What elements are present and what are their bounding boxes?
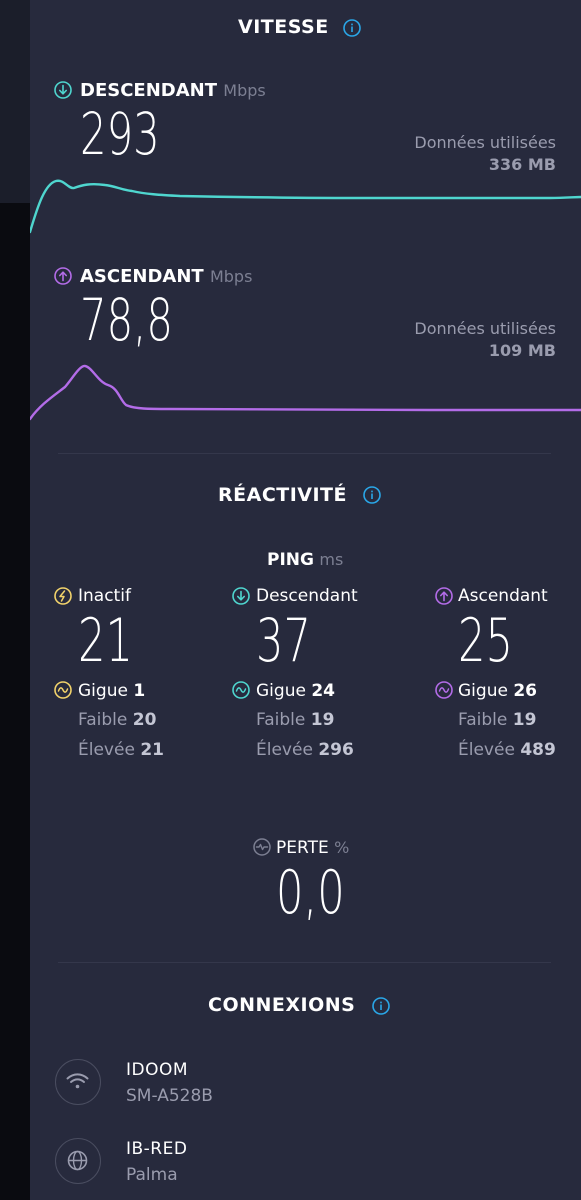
upload-arrow-icon xyxy=(54,267,72,285)
upload-data-used-label: Données utilisées xyxy=(414,319,556,338)
jitter-download: Gigue 24 xyxy=(256,681,335,701)
jitter-upload: Gigue 26 xyxy=(458,681,537,701)
responsiveness-section-title: RÉACTIVITÉ xyxy=(218,484,348,506)
ping-idle-value: 21 xyxy=(78,606,133,676)
download-arrow-icon xyxy=(232,587,250,605)
ping-unit: ms xyxy=(319,550,344,569)
low-value: 19 xyxy=(310,710,335,730)
jitter-value: 26 xyxy=(513,681,537,701)
high-label: Élevée xyxy=(256,740,313,760)
wifi-icon xyxy=(66,1073,89,1089)
connection-name: IDOOM xyxy=(126,1060,189,1080)
packet-loss-icon xyxy=(253,838,271,856)
divider-speed xyxy=(58,453,551,454)
low-download: Faible 19 xyxy=(256,710,334,730)
ping-upload-value: 25 xyxy=(458,606,513,676)
connections-section-title: CONNEXIONS xyxy=(208,994,356,1016)
high-idle: Élevée 21 xyxy=(78,740,164,760)
upload-arrow-icon xyxy=(435,587,453,605)
connection-detail: SM-A528B xyxy=(126,1086,213,1106)
globe-icon-container xyxy=(55,1138,101,1184)
ping-download-label: Descendant xyxy=(256,586,358,606)
loss-label: PERTE xyxy=(276,838,329,858)
low-label: Faible xyxy=(458,710,508,730)
info-icon[interactable] xyxy=(372,997,390,1015)
jitter-value: 1 xyxy=(133,681,146,701)
idle-icon xyxy=(54,587,72,605)
speed-section-title: VITESSE xyxy=(238,16,329,38)
download-unit: Mbps xyxy=(223,81,266,100)
high-label: Élevée xyxy=(78,740,135,760)
loss-unit: % xyxy=(334,838,350,857)
ping-heading: PING ms xyxy=(267,550,343,570)
jitter-icon xyxy=(54,681,72,699)
high-upload: Élevée 489 xyxy=(458,740,556,760)
low-label: Faible xyxy=(78,710,128,730)
info-icon[interactable] xyxy=(343,19,361,37)
high-value: 489 xyxy=(520,740,556,760)
download-data-used-label: Données utilisées xyxy=(414,133,556,152)
connection-detail: Palma xyxy=(126,1165,178,1185)
upload-unit: Mbps xyxy=(209,267,253,286)
high-value: 21 xyxy=(140,740,164,760)
low-value: 20 xyxy=(132,710,157,730)
ping-label: PING xyxy=(267,550,314,570)
download-label: DESCENDANT Mbps xyxy=(80,80,266,101)
upload-speed-graph xyxy=(30,364,581,421)
high-download: Élevée 296 xyxy=(256,740,354,760)
jitter-idle: Gigue 1 xyxy=(78,681,145,701)
loss-value: 0,0 xyxy=(276,858,345,928)
upload-label-text: ASCENDANT xyxy=(80,266,204,287)
globe-icon xyxy=(67,1150,88,1171)
info-icon[interactable] xyxy=(363,486,381,504)
download-arrow-icon xyxy=(54,81,72,99)
jitter-label: Gigue xyxy=(458,681,508,701)
wifi-icon-container xyxy=(55,1059,101,1105)
jitter-value: 24 xyxy=(311,681,335,701)
low-value: 19 xyxy=(512,710,537,730)
high-value: 296 xyxy=(318,740,354,760)
jitter-label: Gigue xyxy=(256,681,306,701)
download-label-text: DESCENDANT xyxy=(80,80,217,101)
low-idle: Faible 20 xyxy=(78,710,156,730)
jitter-icon xyxy=(435,681,453,699)
low-upload: Faible 19 xyxy=(458,710,536,730)
ping-download-value: 37 xyxy=(256,606,311,676)
jitter-icon xyxy=(232,681,250,699)
download-speed-value: 293 xyxy=(80,100,160,168)
download-speed-graph xyxy=(30,179,581,234)
upload-speed-value: 78,8 xyxy=(80,286,173,354)
divider-responsiveness xyxy=(58,962,551,963)
connection-name: IB-RED xyxy=(126,1139,188,1159)
upload-label: ASCENDANT Mbps xyxy=(80,266,252,287)
low-label: Faible xyxy=(256,710,306,730)
jitter-label: Gigue xyxy=(78,681,128,701)
loss-heading: PERTE % xyxy=(276,838,349,858)
ping-idle-label: Inactif xyxy=(78,586,131,606)
left-backdrop-top xyxy=(0,0,30,203)
ping-upload-label: Ascendant xyxy=(458,586,548,606)
high-label: Élevée xyxy=(458,740,515,760)
